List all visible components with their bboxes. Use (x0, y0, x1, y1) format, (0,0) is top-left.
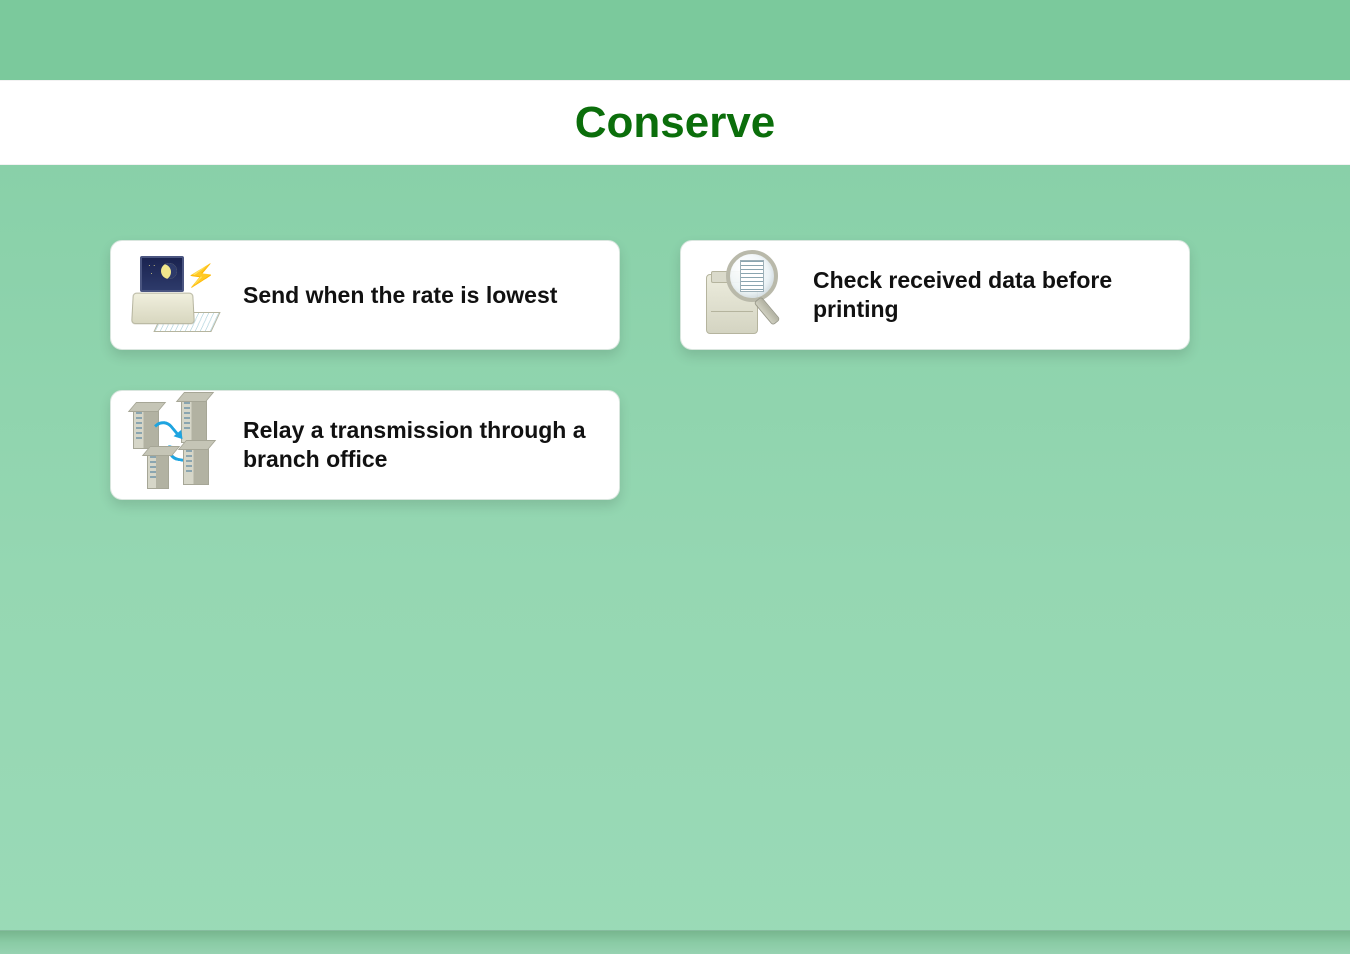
top-spacer (0, 0, 1350, 80)
footer-strip (0, 930, 1350, 954)
printer-magnify-icon (693, 250, 793, 340)
page-title: Conserve (575, 98, 776, 148)
left-column: · · · ⚡ Send when the rate is lowest (110, 240, 620, 500)
card-send-lowest-rate[interactable]: · · · ⚡ Send when the rate is lowest (110, 240, 620, 350)
buildings-relay-icon (123, 400, 223, 490)
night-fax-icon: · · · ⚡ (123, 250, 223, 340)
card-label: Send when the rate is lowest (243, 281, 557, 310)
title-bar: Conserve (0, 80, 1350, 165)
card-relay-branch-office[interactable]: Relay a transmission through a branch of… (110, 390, 620, 500)
card-label: Relay a transmission through a branch of… (243, 416, 599, 474)
card-label: Check received data before printing (813, 266, 1169, 324)
content-area: · · · ⚡ Send when the rate is lowest (0, 165, 1350, 500)
page-root: Conserve · · · ⚡ Send when the rate is l… (0, 0, 1350, 954)
card-check-before-printing[interactable]: Check received data before printing (680, 240, 1190, 350)
right-column: Check received data before printing (680, 240, 1190, 500)
